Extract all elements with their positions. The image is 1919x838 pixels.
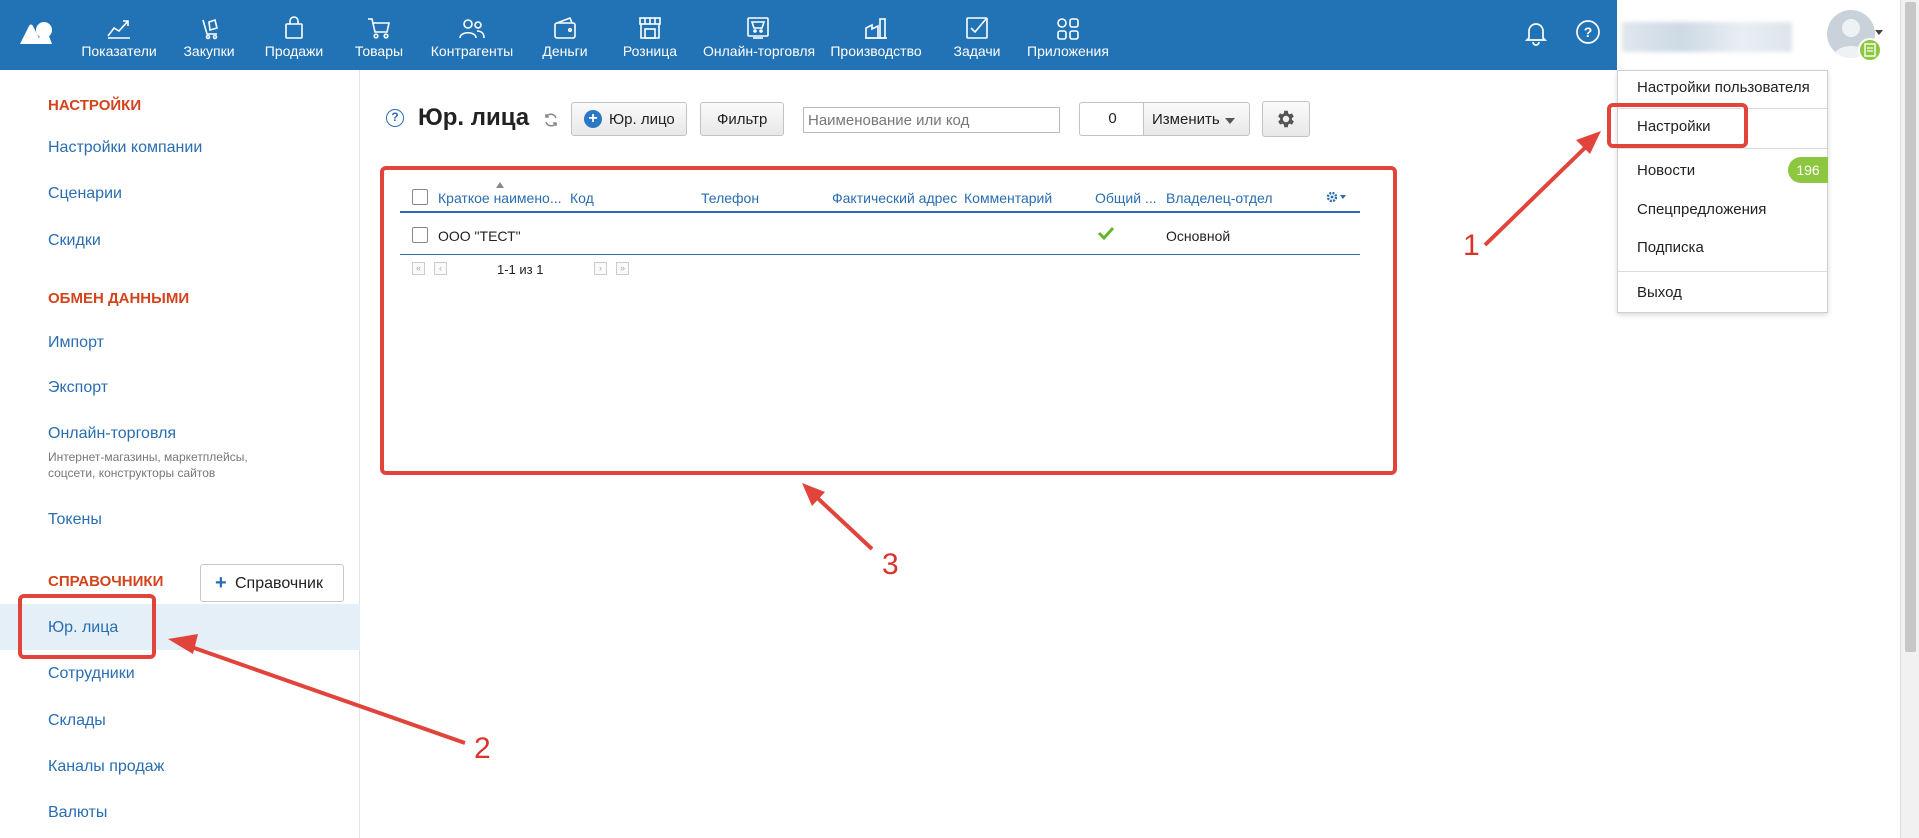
section-heading-settings: НАСТРОЙКИ [48, 97, 142, 114]
wallet-icon [554, 16, 576, 39]
sidebar-item-discounts[interactable]: Скидки [48, 232, 101, 250]
sidebar-item-import[interactable]: Импорт [48, 334, 104, 352]
section-heading-data-exchange: ОБМЕН ДАННЫМИ [48, 290, 190, 307]
sidebar-item-sales-channels[interactable]: Каналы продаж [48, 758, 164, 776]
sidebar-item-scenarios[interactable]: Сценарии [48, 185, 122, 203]
user-account-area[interactable] [1617, 0, 1900, 70]
annotation-label-2: 2 [474, 732, 491, 765]
sidebar-item-currencies[interactable]: Валюты [48, 804, 107, 822]
filter-button[interactable]: Фильтр [700, 102, 784, 136]
menu-divider [1618, 271, 1827, 272]
selected-count: 0 [1079, 102, 1145, 136]
svg-text:?: ? [1584, 24, 1593, 40]
sidebar-item-company-settings[interactable]: Настройки компании [48, 139, 202, 157]
purchase-bag-icon [202, 18, 218, 40]
plus-circle-icon: + [584, 110, 602, 128]
add-legal-entity-button[interactable]: + Юр. лицо [571, 102, 687, 136]
menu-item-news[interactable]: Новости [1637, 162, 1695, 179]
nav-item-apps[interactable]: Приложения [1013, 0, 1123, 70]
page-title: Юр. лица [418, 104, 530, 131]
shopping-bag-icon [285, 16, 303, 39]
annotation-label-1: 1 [1463, 229, 1480, 262]
highlight-settings-menu-item [1607, 103, 1748, 148]
add-reference-label: Справочник [235, 575, 323, 592]
section-heading-references: СПРАВОЧНИКИ [48, 573, 164, 590]
highlight-legal-entities [18, 594, 156, 659]
user-name-blurred [1622, 22, 1792, 52]
chevron-down-icon [1225, 118, 1235, 124]
settings-sidebar: НАСТРОЙКИ Настройки компании Сценарии Ск… [0, 70, 360, 838]
people-icon [459, 19, 485, 39]
news-count-badge: 196 [1788, 157, 1828, 183]
nav-label: Онлайн-торговля [703, 43, 816, 59]
table-settings-button[interactable] [1262, 101, 1310, 137]
chevron-down-icon[interactable] [1875, 30, 1883, 35]
online-trade-description-line-1: Интернет-магазины, маркетплейсы, [48, 450, 248, 464]
nav-item-online-trade[interactable]: Онлайн-торговля [703, 0, 816, 70]
chart-line-icon [107, 20, 130, 39]
nav-item-production[interactable]: Производство [821, 0, 931, 70]
change-label: Изменить [1152, 111, 1220, 128]
app-logo-icon[interactable] [18, 20, 54, 46]
top-navigation-bar: Показатели Закупки Продажи Товары Контра… [0, 0, 1900, 70]
gear-icon [1278, 110, 1294, 128]
menu-item-logout[interactable]: Выход [1637, 284, 1682, 301]
factory-icon [865, 18, 887, 39]
nav-label: Розница [622, 43, 678, 59]
page-scrollbar[interactable] [1900, 0, 1919, 838]
sidebar-item-export[interactable]: Экспорт [48, 379, 108, 397]
change-dropdown-button[interactable]: Изменить [1143, 102, 1250, 136]
menu-item-special-offers[interactable]: Спецпредложения [1637, 201, 1766, 218]
store-icon [639, 17, 661, 39]
refresh-icon[interactable] [543, 112, 559, 128]
task-check-icon [966, 17, 988, 39]
sidebar-item-warehouses[interactable]: Склады [48, 712, 106, 730]
search-input[interactable] [803, 107, 1060, 133]
bell-icon[interactable] [1522, 18, 1550, 46]
add-legal-entity-label: Юр. лицо [609, 111, 675, 128]
sidebar-item-employees[interactable]: Сотрудники [48, 665, 135, 683]
scrollbar-thumb[interactable] [1905, 2, 1916, 652]
cart-icon [368, 18, 390, 39]
filter-label: Фильтр [717, 111, 768, 128]
online-store-icon [747, 17, 769, 39]
plus-icon: + [215, 572, 227, 594]
sidebar-item-tokens[interactable]: Токены [48, 511, 102, 529]
page-help-icon[interactable]: ? [386, 109, 404, 127]
menu-divider [1618, 148, 1827, 149]
menu-item-user-settings[interactable]: Настройки пользователя [1637, 79, 1810, 96]
online-trade-description-line-2: соцсети, конструкторы сайтов [48, 466, 216, 480]
apps-grid-icon [1057, 18, 1079, 40]
highlight-table-area [380, 166, 1397, 475]
help-circle-icon[interactable]: ? [1574, 18, 1602, 46]
sidebar-item-online-trade[interactable]: Онлайн-торговля [48, 425, 176, 443]
avatar-badge-icon [1858, 38, 1882, 62]
add-reference-button[interactable]: + Справочник [200, 564, 344, 602]
nav-item-retail[interactable]: Розница [595, 0, 705, 70]
menu-item-subscription[interactable]: Подписка [1637, 239, 1704, 256]
nav-label: Приложения [1027, 43, 1109, 59]
annotation-label-3: 3 [882, 548, 899, 581]
nav-label: Производство [830, 43, 922, 59]
